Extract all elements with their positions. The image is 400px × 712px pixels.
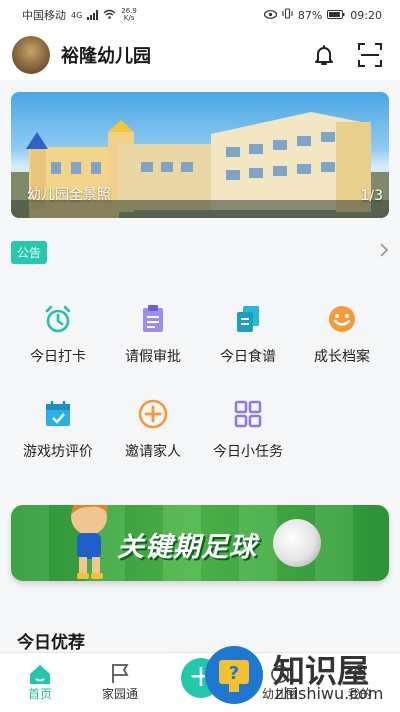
clock-time: 09:20 — [350, 8, 382, 22]
network-label: 4G — [71, 10, 83, 20]
soccer-kid-image — [71, 505, 108, 579]
banner-page-indicator: 1/3 — [360, 188, 383, 204]
smile-icon — [325, 302, 359, 336]
feature-daily-checkin[interactable]: 今日打卡 — [8, 302, 108, 366]
scan-icon[interactable] — [352, 37, 388, 73]
app-header: 裕隆幼儿园 — [0, 30, 400, 80]
grid-icon — [231, 397, 265, 431]
feature-leave-approval[interactable]: 请假审批 — [103, 302, 203, 366]
tab-label: 家园通 — [101, 687, 138, 701]
help-monitor-icon: ? — [205, 646, 263, 704]
eye-icon — [263, 9, 277, 22]
watermark-url: zhishiwu.com — [275, 684, 384, 703]
feature-label: 今日打卡 — [30, 349, 86, 365]
add-circle-icon — [136, 397, 170, 431]
notification-bell-icon[interactable] — [306, 37, 342, 73]
flag-icon — [80, 653, 160, 685]
feature-game-evaluation[interactable]: 游戏坊评价 — [8, 397, 108, 461]
tab-home[interactable]: 首页 — [0, 653, 80, 702]
feature-label: 今日食谱 — [220, 349, 276, 365]
wifi-icon — [103, 9, 116, 22]
battery-icon — [327, 9, 345, 22]
feature-invite-family[interactable]: 邀请家人 — [103, 397, 203, 461]
promo-title: 关键期足球 — [117, 532, 257, 563]
promo-banner[interactable]: 关键期足球 — [11, 505, 389, 581]
tab-home-school[interactable]: 家园通 — [80, 653, 160, 702]
notice-bar[interactable]: 公告 — [11, 238, 389, 266]
feature-daily-menu[interactable]: 今日食谱 — [198, 302, 298, 366]
tab-label: 首页 — [27, 687, 52, 701]
site-watermark: ? 知识屋 zhishiwu.com — [205, 642, 400, 711]
chevron-right-icon[interactable] — [379, 242, 389, 263]
banner-caption: 幼儿园全景照 — [27, 187, 111, 203]
status-bar: 中国移动 4G 26.9 K/s 87% 09:20 — [0, 0, 400, 30]
feature-label: 请假审批 — [125, 349, 181, 365]
feature-daily-task[interactable]: 今日小任务 — [198, 397, 298, 461]
alarm-clock-icon — [41, 302, 75, 336]
photo-carousel[interactable]: 幼儿园全景照 1/3 — [11, 92, 389, 218]
feature-label: 邀请家人 — [125, 444, 181, 460]
notice-tag: 公告 — [11, 240, 48, 264]
vibrate-icon — [282, 8, 293, 22]
home-icon — [0, 653, 80, 685]
svg-text:?: ? — [229, 663, 239, 684]
documents-icon — [231, 302, 265, 336]
signal-icon — [87, 10, 99, 20]
feature-label: 今日小任务 — [213, 444, 283, 460]
clipboard-icon — [136, 302, 170, 336]
battery-level: 87% — [297, 8, 323, 22]
network-speed: 26.9 K/s — [121, 7, 137, 22]
school-name: 裕隆幼儿园 — [61, 46, 151, 67]
feature-growth-archive[interactable]: 成长档案 — [292, 302, 392, 366]
soccer-ball-image — [273, 519, 321, 567]
school-avatar[interactable] — [12, 36, 50, 74]
section-title: 今日优荐 — [17, 633, 85, 653]
calendar-icon — [41, 397, 75, 431]
carrier-label: 中国移动 — [22, 9, 66, 22]
feature-label: 游戏坊评价 — [23, 444, 93, 460]
feature-label: 成长档案 — [314, 349, 370, 365]
